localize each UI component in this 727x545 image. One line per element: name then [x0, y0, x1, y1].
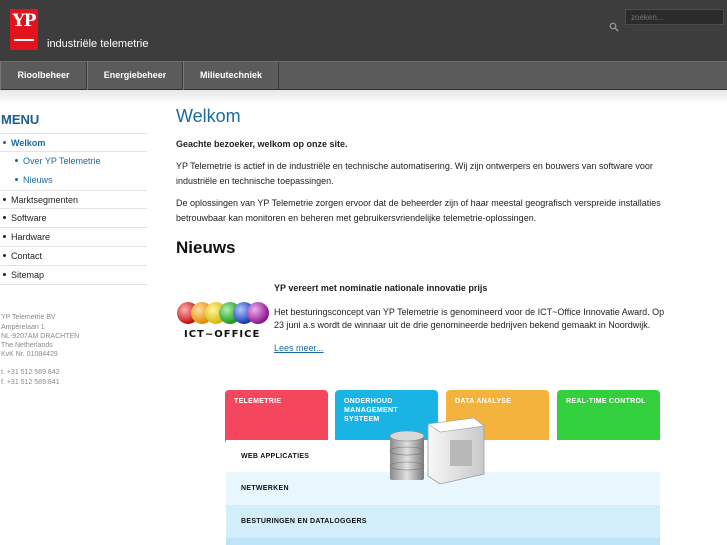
nav-item-energiebeheer[interactable]: Energiebeheer — [87, 62, 183, 90]
search-input[interactable] — [625, 9, 724, 25]
layer-besturingen: BESTURINGEN EN DATALOGGERS — [226, 505, 660, 538]
bullet-icon — [15, 178, 18, 182]
news-item-title: YP vereert met nominatie nationale innov… — [274, 283, 488, 293]
sidebar-item-label: Marktsegmenten — [11, 195, 79, 205]
sidebar-item-software[interactable]: Software — [0, 209, 147, 228]
sidebar-item-sitemap[interactable]: Sitemap — [0, 266, 147, 285]
menu-title: MENU — [1, 112, 40, 127]
site-tagline: industriële telemetrie — [47, 38, 149, 50]
sidebar-item-contact[interactable]: Contact — [0, 247, 147, 266]
search-icon[interactable] — [609, 22, 619, 32]
sidebar-item-over-yp[interactable]: Over YP Telemetrie — [0, 152, 147, 171]
sidebar-item-label: Contact — [11, 251, 43, 261]
site-header: YP industriële telemetrie — [0, 0, 727, 61]
news-body-line1: Het besturingsconcept van YP Telemetrie … — [274, 307, 665, 317]
sidebar-item-welkom[interactable]: Welkom — [0, 133, 147, 152]
sidebar-item-label: Sitemap — [11, 270, 45, 280]
sidebar-item-label: Hardware — [11, 232, 51, 242]
nav-item-milieutechniek[interactable]: Milieutechniek — [183, 62, 279, 90]
sidebar-item-nieuws[interactable]: Nieuws — [0, 171, 147, 190]
read-more-link[interactable]: Lees meer... — [274, 343, 324, 353]
phone-number: t. +31 512 589 842 — [1, 369, 60, 376]
logo-text: YP — [12, 11, 37, 31]
bullet-icon — [3, 254, 6, 258]
tile-real-time-control: REAL-TIME CONTROL — [557, 390, 660, 444]
page-title: Welkom — [176, 106, 241, 126]
news-item-body: Het besturingsconcept van YP Telemetrie … — [274, 306, 694, 332]
sidebar-item-label: Over YP Telemetrie — [23, 156, 101, 166]
fax-number: f. +31 512 589 841 — [1, 379, 60, 386]
sidebar-item-marktsegmenten[interactable]: Marktsegmenten — [0, 190, 147, 209]
ict-office-logo: ICT~OFFICE — [176, 298, 273, 346]
nav-item-rioolbeheer[interactable]: Rioolbeheer — [0, 62, 87, 90]
sidebar-item-label: Nieuws — [23, 175, 53, 185]
header-divider — [0, 90, 727, 102]
solutions-paragraph-line1: De oplossingen van YP Telemetrie zorgen … — [176, 198, 661, 208]
tile-telemetrie: TELEMETRIE — [225, 390, 328, 444]
bullet-icon — [15, 159, 18, 163]
ict-office-logo-text: ICT~OFFICE — [184, 329, 261, 340]
bullet-icon — [3, 198, 6, 202]
logo-underline — [14, 39, 34, 41]
intro-paragraph-line1: YP Telemetrie is actief in de industriël… — [176, 161, 653, 171]
sidebar-item-label: Welkom — [11, 138, 46, 148]
bullet-icon — [3, 216, 6, 220]
bullet-icon — [3, 141, 6, 145]
layer-bottom — [226, 538, 660, 545]
news-body-line2: 23 juni a.s wordt de winnaar uit de drie… — [274, 320, 651, 330]
ict-office-spheres-icon — [177, 302, 269, 324]
sidebar-item-label: Software — [11, 213, 47, 223]
yp-logo[interactable]: YP — [10, 9, 38, 50]
sidebar-item-hardware[interactable]: Hardware — [0, 228, 147, 247]
main-nav: Rioolbeheer Energiebeheer Milieutechniek — [0, 61, 727, 90]
address-kvk: KvK Nr. 01084429 — [1, 351, 58, 358]
bullet-icon — [3, 273, 6, 277]
intro-paragraph-line2: industriële en technische toepassingen. — [176, 176, 334, 186]
database-server-icon — [389, 418, 485, 485]
company-name: YP Telemetrie BV — [1, 314, 56, 321]
solutions-paragraph-line2: betrouwbaar kan monitoren en beheren met… — [176, 213, 537, 223]
welcome-lead: Geachte bezoeker, welkom op onze site. — [176, 139, 348, 149]
news-heading: Nieuws — [176, 238, 236, 257]
bullet-icon — [3, 235, 6, 239]
